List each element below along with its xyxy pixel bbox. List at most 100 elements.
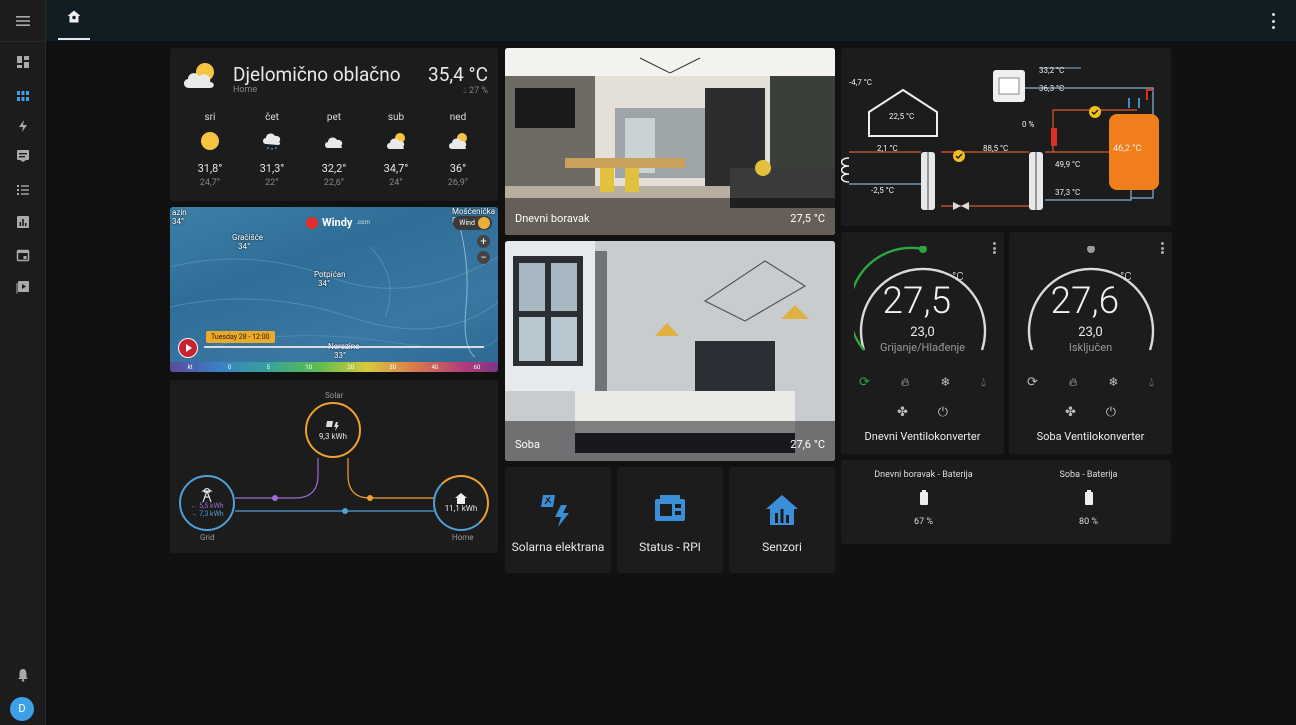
forecast-high: 31,8°: [197, 162, 223, 175]
history-icon: [17, 216, 29, 228]
windy-logo-text: Windy: [322, 216, 353, 229]
timeline-slider[interactable]: [204, 346, 484, 348]
dry-mode-icon[interactable]: 💧︎: [981, 375, 986, 390]
home-icon: [455, 493, 467, 504]
hvac-mode-label: Isključen: [1068, 341, 1113, 354]
grid-node[interactable]: ← 5,5 kWh → 7,3 kWh: [179, 475, 235, 531]
battery-entity[interactable]: Soba - Baterija 80 %: [1006, 470, 1171, 527]
tab-home[interactable]: [58, 10, 90, 40]
bedroom-camera-card[interactable]: Soba 27,6 °C: [505, 241, 835, 461]
energy-distribution-card[interactable]: Solar 9,3 kWh ← 5,5 kWh → 7,3 kWh Grid 1…: [170, 380, 498, 553]
solar-node[interactable]: 9,3 kWh: [305, 402, 361, 458]
logbook-icon: [17, 150, 29, 162]
solar-plant-button[interactable]: Solarna elektrana: [505, 467, 611, 573]
sidebar-notifications[interactable]: [11, 663, 35, 687]
status-rpi-button[interactable]: Status - RPI: [617, 467, 723, 573]
partly-cloudy-icon: [387, 133, 405, 149]
solar-power-icon: [326, 421, 339, 431]
fan-mode-icon[interactable]: ✤: [1065, 405, 1076, 420]
heat-mode-icon[interactable]: 🔥︎: [901, 375, 910, 390]
scale-tick: 60: [473, 363, 481, 371]
battery-status-card[interactable]: Dnevni boravak - Baterija 67 % Soba - Ba…: [841, 460, 1171, 544]
map-place-value: 33°: [333, 351, 346, 360]
power-off-icon[interactable]: ⏻: [1106, 405, 1116, 420]
dashboard-icon: [17, 56, 29, 68]
scale-tick: 5: [266, 363, 270, 371]
power-off-icon[interactable]: ⏻: [938, 405, 948, 420]
battery-value: 67 %: [914, 517, 933, 527]
map-place: Potpićan 34°: [314, 270, 346, 288]
sidebar-item-history[interactable]: [11, 210, 35, 234]
sensors-button[interactable]: Senzori: [729, 467, 835, 573]
sunny-icon: [201, 132, 219, 150]
windy-logo[interactable]: Windy .com: [306, 216, 370, 229]
scale-tick: 40: [431, 363, 439, 371]
forecast-day-label: čet: [265, 112, 279, 123]
top-bar: [46, 0, 1296, 42]
energy-icon: [19, 120, 27, 132]
sidebar-item-todo[interactable]: [11, 178, 35, 202]
weather-condition: Djelomično oblačno: [233, 63, 401, 86]
grid-label: Grid: [200, 533, 215, 542]
heat-pump-diagram-card[interactable]: -4,7 °C 22,5 °C 2,1 °C -2,5 °C 88,5 °C 0…: [841, 48, 1171, 226]
heat-mode-icon[interactable]: 🔥︎: [1069, 375, 1078, 390]
living-room-camera-card[interactable]: Dnevni boravak 27,5 °C: [505, 48, 835, 235]
play-button[interactable]: [178, 338, 198, 358]
hvac-mode-label: Grijanje/Hlađenje: [879, 341, 966, 354]
zoom-in-button[interactable]: +: [477, 235, 490, 248]
map-place-value: 34°: [317, 279, 330, 288]
heat-cool-mode-icon[interactable]: ⟳: [1027, 375, 1038, 390]
forecast-low: 22,6°: [323, 178, 345, 188]
wind-layer-selector[interactable]: Wind: [453, 216, 492, 230]
temperature-unit: °C: [952, 269, 964, 283]
sidebar-item-energy[interactable]: [11, 114, 35, 138]
forecast-high: 36°: [449, 162, 467, 175]
scale-tick: 0: [227, 363, 232, 371]
zoom-out-button[interactable]: −: [477, 251, 490, 264]
living-room-image: [505, 48, 835, 235]
home-node[interactable]: 11,1 kWh: [433, 475, 489, 531]
rainy-icon: [263, 133, 281, 150]
thermostat-more-button[interactable]: [1160, 242, 1164, 254]
sidebar-item-calendar[interactable]: [11, 243, 35, 267]
temp-2-1: 2,1 °C: [877, 144, 898, 153]
weather-humidity: 💧︎ 27 %: [463, 86, 488, 96]
sidebar-item-logbook[interactable]: [11, 144, 35, 168]
sidebar-item-media[interactable]: [11, 275, 35, 299]
solar-plant-label: Solarna elektrana: [511, 540, 605, 554]
cool-mode-icon[interactable]: ❄: [1108, 375, 1118, 390]
thermostat-card[interactable]: 27,5°C 23,0 Grijanje/Hlađenje ⟳ 🔥︎ ❄ 💧︎ …: [841, 232, 1004, 454]
calendar-icon: [16, 249, 30, 262]
weather-location: Home: [233, 85, 258, 95]
map-place: Nerezine 33°: [328, 342, 359, 360]
thermostat-card[interactable]: 27,6°C 23,0 Isključen ⟳ 🔥︎ ❄ 💧︎ ✤ ⏻ Soba…: [1009, 232, 1172, 454]
solar-value: 9,3 kWh: [318, 432, 348, 441]
forecast-day-label: ned: [449, 112, 467, 123]
battery-entity[interactable]: Dnevni boravak - Baterija 67 %: [841, 470, 1006, 527]
target-temperature: 23,0: [910, 325, 935, 340]
weather-forecast-card[interactable]: Djelomično oblačno Home 35,4 °C 💧︎ 27 % …: [170, 48, 498, 201]
dry-mode-icon[interactable]: 💧︎: [1149, 375, 1154, 390]
fan-mode-icon[interactable]: ✤: [897, 405, 908, 420]
heat-cool-mode-icon[interactable]: ⟳: [859, 375, 870, 390]
transmission-tower-icon: [201, 488, 213, 502]
sidebar-menu-button[interactable]: [0, 0, 45, 42]
forecast-high: 31,3°: [259, 162, 285, 175]
header-more-menu-button[interactable]: [1270, 13, 1276, 29]
partly-cloudy-icon: [449, 133, 467, 149]
thermostat-name: Soba Ventilokonverter: [1036, 430, 1145, 443]
raspberry-pi-icon: [655, 495, 685, 521]
windy-map-card[interactable]: azin 34° Gračišće 34° Potpićan 34° Mošćen…: [170, 207, 498, 372]
sidebar-item-dashboard-active[interactable]: [11, 84, 35, 108]
forecast-high: 32,2°: [321, 162, 347, 175]
forecast-day: ned 36° 26,9°: [438, 112, 478, 188]
thermostat-more-button[interactable]: [992, 242, 996, 254]
home-icon: [67, 10, 81, 23]
sidebar-item-overview[interactable]: [11, 50, 35, 74]
cool-mode-icon[interactable]: ❄: [940, 375, 950, 390]
forecast-day-label: sub: [387, 112, 405, 123]
battery-name: Dnevni boravak - Baterija: [874, 470, 973, 480]
grid-import-value: ← 5,5 kWh: [190, 502, 224, 510]
weather-temperature: 35,4 °C: [428, 63, 488, 86]
avatar[interactable]: D: [10, 697, 34, 721]
